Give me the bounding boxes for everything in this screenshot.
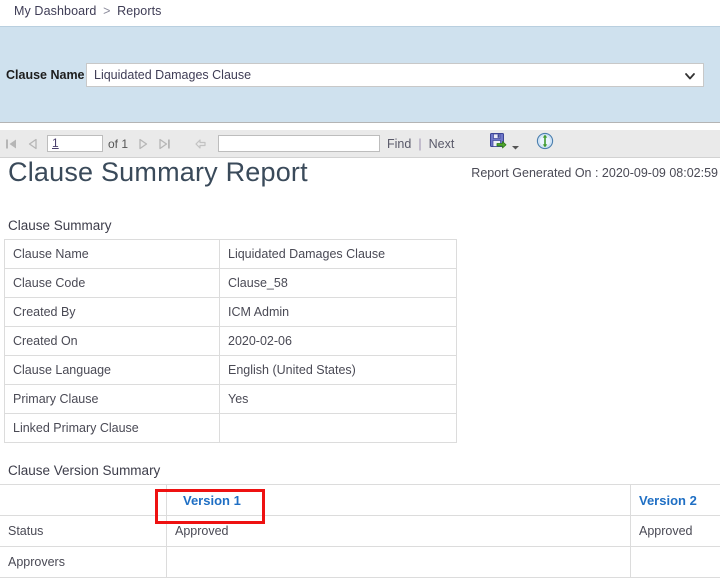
chevron-down-icon[interactable]: [511, 139, 520, 148]
version-2-header[interactable]: Version 2: [631, 485, 720, 516]
clause-name-parameter-row: Clause Name Liquidated Damages Clause: [0, 63, 720, 87]
table-row: Primary Clause Yes: [5, 385, 457, 414]
summary-value: ICM Admin: [220, 298, 457, 327]
find-input[interactable]: [218, 135, 380, 152]
refresh-button[interactable]: [536, 132, 554, 155]
summary-value: Clause_58: [220, 269, 457, 298]
refresh-icon[interactable]: [536, 132, 554, 155]
table-row: Linked Primary Clause: [5, 414, 457, 443]
clause-name-label: Clause Name: [0, 68, 86, 82]
page-count-label: of 1: [108, 137, 128, 151]
summary-key: Clause Name: [5, 240, 220, 269]
report-body: Clause Summary Report Report Generated O…: [0, 158, 720, 578]
page-number-input[interactable]: 1: [47, 135, 103, 152]
report-viewer-toolbar: 1 of 1 Find | Next: [0, 130, 720, 158]
table-row: Created By ICM Admin: [5, 298, 457, 327]
summary-value: Yes: [220, 385, 457, 414]
summary-value: English (United States): [220, 356, 457, 385]
version-row-key: Status: [0, 516, 167, 547]
find-button[interactable]: Find: [380, 137, 418, 151]
table-row: Approvers: [0, 547, 720, 578]
report-generated-on: Report Generated On : 2020-09-09 08:02:5…: [471, 166, 718, 180]
breadcrumb-item-my-dashboard[interactable]: My Dashboard: [14, 4, 97, 18]
breadcrumb-separator: >: [100, 4, 113, 18]
table-row: Status Approved Approved: [0, 516, 720, 547]
next-page-icon[interactable]: [132, 134, 154, 154]
version-1-value: [167, 547, 631, 578]
summary-key: Created On: [5, 327, 220, 356]
version-2-value: Approved: [631, 516, 720, 547]
table-row: Clause Code Clause_58: [5, 269, 457, 298]
clause-version-summary-table-body: Version 1 Version 2 Status Approved Appr…: [0, 485, 720, 578]
table-row: Created On 2020-02-06: [5, 327, 457, 356]
clause-summary-section-title: Clause Summary: [0, 218, 720, 233]
previous-page-icon[interactable]: [22, 134, 44, 154]
last-page-icon[interactable]: [154, 134, 176, 154]
version-1-value: Approved: [167, 516, 631, 547]
breadcrumb-bar: My Dashboard > Reports: [0, 0, 720, 22]
table-row: Clause Language English (United States): [5, 356, 457, 385]
clause-version-summary-table: Version 1 Version 2 Status Approved Appr…: [0, 484, 720, 578]
export-control[interactable]: [489, 132, 520, 155]
summary-key: Clause Language: [5, 356, 220, 385]
clause-version-summary-section-title: Clause Version Summary: [0, 463, 720, 478]
version-2-value: [631, 547, 720, 578]
version-row-key: Approvers: [0, 547, 167, 578]
chevron-down-icon: [684, 69, 696, 81]
report-parameter-panel: Clause Name Liquidated Damages Clause: [0, 26, 720, 123]
summary-key: Linked Primary Clause: [5, 414, 220, 443]
clause-name-select[interactable]: Liquidated Damages Clause: [86, 63, 704, 87]
summary-value: Liquidated Damages Clause: [220, 240, 457, 269]
table-header-row: Version 1 Version 2: [0, 485, 720, 516]
export-save-icon[interactable]: [489, 132, 507, 155]
back-to-parent-icon[interactable]: [190, 134, 212, 154]
breadcrumb: My Dashboard > Reports: [14, 4, 720, 18]
table-row: Clause Name Liquidated Damages Clause: [5, 240, 457, 269]
summary-key: Created By: [5, 298, 220, 327]
summary-value: [220, 414, 457, 443]
clause-summary-table: Clause Name Liquidated Damages Clause Cl…: [4, 239, 457, 443]
summary-value: 2020-02-06: [220, 327, 457, 356]
page-title: Clause Summary Report: [8, 157, 308, 188]
version-1-header[interactable]: Version 1: [167, 485, 631, 516]
first-page-icon[interactable]: [0, 134, 22, 154]
report-title-row: Clause Summary Report Report Generated O…: [0, 158, 720, 198]
clause-summary-table-body: Clause Name Liquidated Damages Clause Cl…: [5, 240, 457, 443]
version-header-blank: [0, 485, 167, 516]
clause-name-selected-value: Liquidated Damages Clause: [87, 68, 251, 82]
summary-key: Primary Clause: [5, 385, 220, 414]
summary-key: Clause Code: [5, 269, 220, 298]
find-next-button[interactable]: Next: [422, 137, 462, 151]
breadcrumb-item-reports[interactable]: Reports: [117, 4, 161, 18]
